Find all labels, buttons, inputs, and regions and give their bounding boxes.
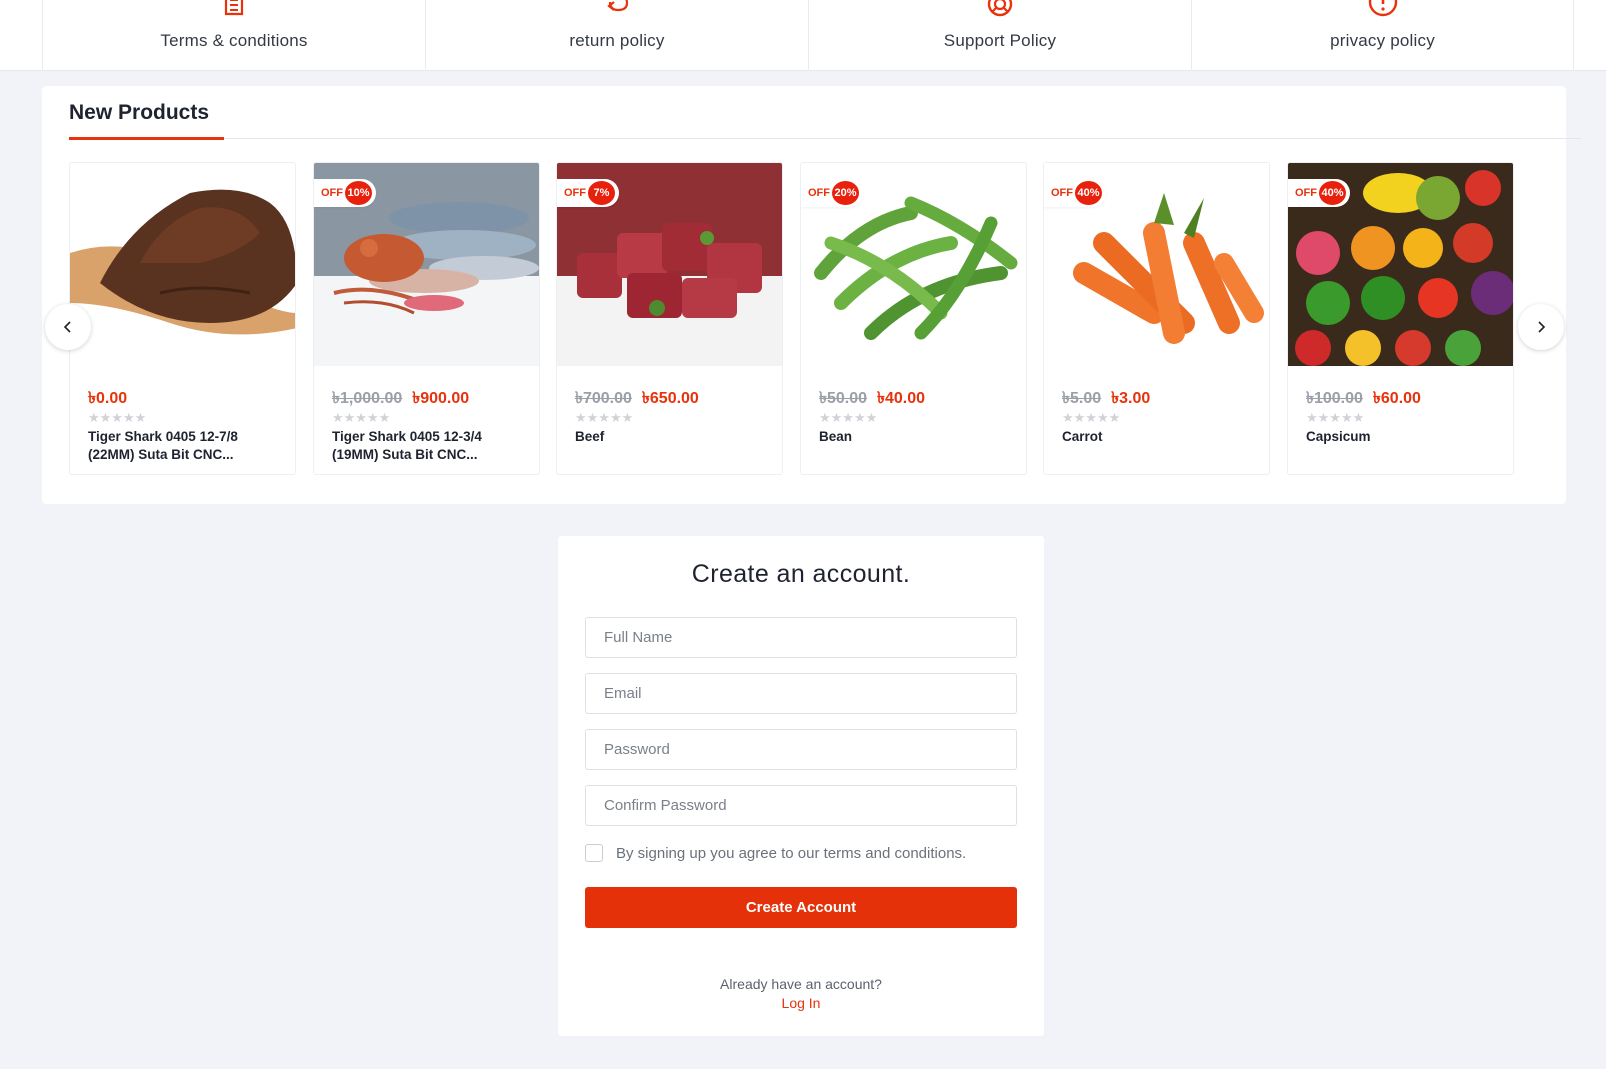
price-row: ৳0.00: [88, 385, 127, 412]
section-title: New Products: [69, 101, 210, 124]
off-label: OFF: [808, 187, 830, 199]
price-row: ৳50.00 ৳40.00: [819, 385, 925, 412]
rating-stars: ★★★★★: [575, 410, 634, 425]
policy-label: Terms & conditions: [160, 31, 308, 50]
product-old-price: ৳1,000.00: [332, 390, 403, 407]
new-products-panel: New Products ৳0.00 ★★★★★ Tiger Shark 040…: [42, 86, 1581, 504]
product-old-price: ৳100.00: [1306, 390, 1363, 407]
discount-badge: OFF 10%: [314, 179, 376, 207]
price-row: ৳1,000.00 ৳900.00: [332, 385, 469, 412]
terms-agreement-label: By signing up you agree to our terms and…: [616, 844, 967, 862]
policy-label: privacy policy: [1330, 31, 1435, 50]
return-arrow-icon: [607, 0, 629, 12]
terms-checkbox[interactable]: [585, 844, 603, 862]
product-card[interactable]: OFF 7% ৳700.00 ৳650.00 ★★★★★ Beef: [556, 162, 783, 475]
off-label: OFF: [1051, 187, 1073, 199]
product-price: ৳60.00: [1372, 390, 1421, 407]
login-link[interactable]: Log In: [558, 995, 1044, 1011]
discount-percent: 20%: [832, 181, 859, 205]
discount-percent: 10%: [345, 181, 372, 205]
policy-strip: Terms & conditions return policy Support…: [0, 0, 1606, 71]
confirm-password-input[interactable]: [585, 785, 1017, 826]
discount-percent: 40%: [1319, 181, 1346, 205]
product-name[interactable]: Tiger Shark 0405 12-3/4 (19MM) Suta Bit …: [332, 428, 527, 464]
product-price: ৳3.00: [1111, 390, 1151, 407]
product-old-price: ৳50.00: [819, 390, 868, 407]
discount-badge: OFF 40%: [1044, 179, 1106, 207]
rating-stars: ★★★★★: [1062, 410, 1121, 425]
product-price: ৳650.00: [641, 390, 699, 407]
off-label: OFF: [564, 187, 586, 199]
product-card[interactable]: OFF 10% ৳1,000.00 ৳900.00 ★★★★★ Tiger Sh…: [313, 162, 540, 475]
product-old-price: ৳5.00: [1062, 390, 1102, 407]
product-old-price: ৳700.00: [575, 390, 632, 407]
alert-circle-icon: [1368, 0, 1397, 17]
email-input[interactable]: [585, 673, 1017, 714]
product-card[interactable]: OFF 20% ৳50.00 ৳40.00 ★★★★★ Bean: [800, 162, 1027, 475]
create-account-button[interactable]: Create Account: [585, 887, 1017, 928]
product-price: ৳900.00: [412, 390, 470, 407]
chevron-right-icon: [1538, 321, 1546, 333]
product-name[interactable]: Carrot: [1062, 428, 1257, 446]
discount-badge: OFF 7%: [557, 179, 619, 207]
document-icon: [224, 0, 244, 16]
discount-badge: OFF 40%: [1288, 179, 1350, 207]
policy-support[interactable]: Support Policy: [808, 0, 1191, 71]
full-name-input[interactable]: [585, 617, 1017, 658]
policy-terms[interactable]: Terms & conditions: [42, 0, 425, 71]
product-price: ৳0.00: [88, 390, 128, 407]
product-card[interactable]: ৳0.00 ★★★★★ Tiger Shark 0405 12-7/8 (22M…: [69, 162, 296, 475]
price-row: ৳5.00 ৳3.00: [1062, 385, 1150, 412]
discount-percent: 7%: [588, 181, 615, 205]
off-label: OFF: [321, 187, 343, 199]
product-price: ৳40.00: [877, 390, 926, 407]
policy-label: return policy: [569, 31, 665, 50]
signup-form: Create an account. By signing up you agr…: [558, 536, 1044, 1036]
already-account-text: Already have an account?: [720, 976, 882, 992]
price-row: ৳700.00 ৳650.00: [575, 385, 699, 412]
product-card[interactable]: OFF 40% ৳5.00 ৳3.00 ★★★★★ Carrot: [1043, 162, 1270, 475]
rating-stars: ★★★★★: [819, 410, 878, 425]
product-card[interactable]: OFF 40% ৳100.00 ৳60.00 ★★★★★ Capsicum: [1287, 162, 1514, 475]
discount-badge: OFF 20%: [801, 179, 863, 207]
rating-stars: ★★★★★: [332, 410, 391, 425]
section-divider: [69, 138, 1581, 139]
chevron-left-icon: [63, 321, 71, 333]
password-input[interactable]: [585, 729, 1017, 770]
product-name[interactable]: Tiger Shark 0405 12-7/8 (22MM) Suta Bit …: [88, 428, 283, 464]
carousel-next-button[interactable]: [1518, 304, 1564, 350]
off-label: OFF: [1295, 187, 1317, 199]
terms-agreement: By signing up you agree to our terms and…: [585, 844, 966, 862]
product-name[interactable]: Beef: [575, 428, 770, 446]
carousel-prev-button[interactable]: [45, 304, 91, 350]
rating-stars: ★★★★★: [1306, 410, 1365, 425]
policy-label: Support Policy: [943, 31, 1057, 50]
rating-stars: ★★★★★: [88, 410, 147, 425]
section-title-accent: [69, 137, 224, 140]
product-image: [70, 163, 295, 366]
lifebuoy-icon: [987, 0, 1013, 17]
product-name[interactable]: Capsicum: [1306, 428, 1501, 446]
policy-privacy[interactable]: privacy policy: [1191, 0, 1574, 71]
policy-return[interactable]: return policy: [425, 0, 808, 71]
signup-title: Create an account.: [691, 560, 911, 588]
discount-percent: 40%: [1075, 181, 1102, 205]
price-row: ৳100.00 ৳60.00: [1306, 385, 1421, 412]
product-name[interactable]: Bean: [819, 428, 1014, 446]
